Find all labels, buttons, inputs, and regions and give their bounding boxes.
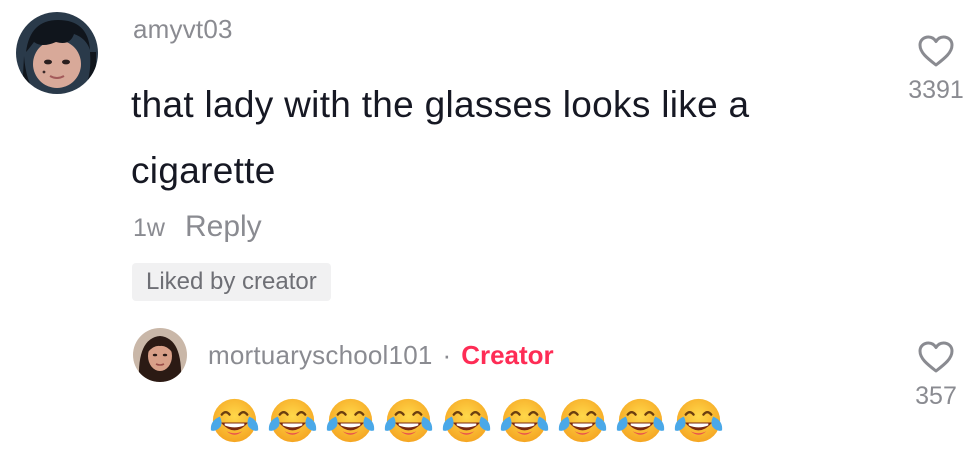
reply-like-group: 357 [891,340,980,411]
face-with-tears-of-joy-icon [210,398,259,443]
comment-time: 1w [133,214,165,242]
comment-meta: 1w Reply [133,210,262,244]
face-with-tears-of-joy-icon [326,398,375,443]
face-with-tears-of-joy-icon [384,398,433,443]
commenter-avatar[interactable] [16,12,98,94]
face-with-tears-of-joy-icon [674,398,723,443]
comment-text: that lady with the glasses looks like a … [131,84,750,191]
reply-header: mortuaryschool101 · Creator [208,340,554,371]
face-with-tears-of-joy-icon [616,398,665,443]
face-with-tears-of-joy-icon [500,398,549,443]
heart-outline-icon[interactable] [917,340,955,374]
creator-label: Creator [461,340,554,370]
face-with-tears-of-joy-icon [268,398,317,443]
face-with-tears-of-joy-icon [558,398,607,443]
reply-item: mortuaryschool101 · Creator 357 [0,310,980,454]
heart-outline-icon[interactable] [917,34,955,68]
comment-item: amyvt03 that lady with the glasses looks… [0,0,980,310]
reply-button[interactable]: Reply [185,210,262,244]
liked-by-creator-badge: Liked by creator [132,263,331,301]
face-with-tears-of-joy-icon [442,398,491,443]
comment-like-count: 3391 [908,76,964,104]
reply-text [207,393,726,448]
creator-avatar[interactable] [133,328,187,382]
commenter-username[interactable]: amyvt03 [133,14,233,45]
comment-like-group: 3391 [891,34,980,105]
reply-like-count: 357 [915,382,957,410]
reply-username[interactable]: mortuaryschool101 [208,340,433,371]
separator-dot: · [442,340,452,370]
